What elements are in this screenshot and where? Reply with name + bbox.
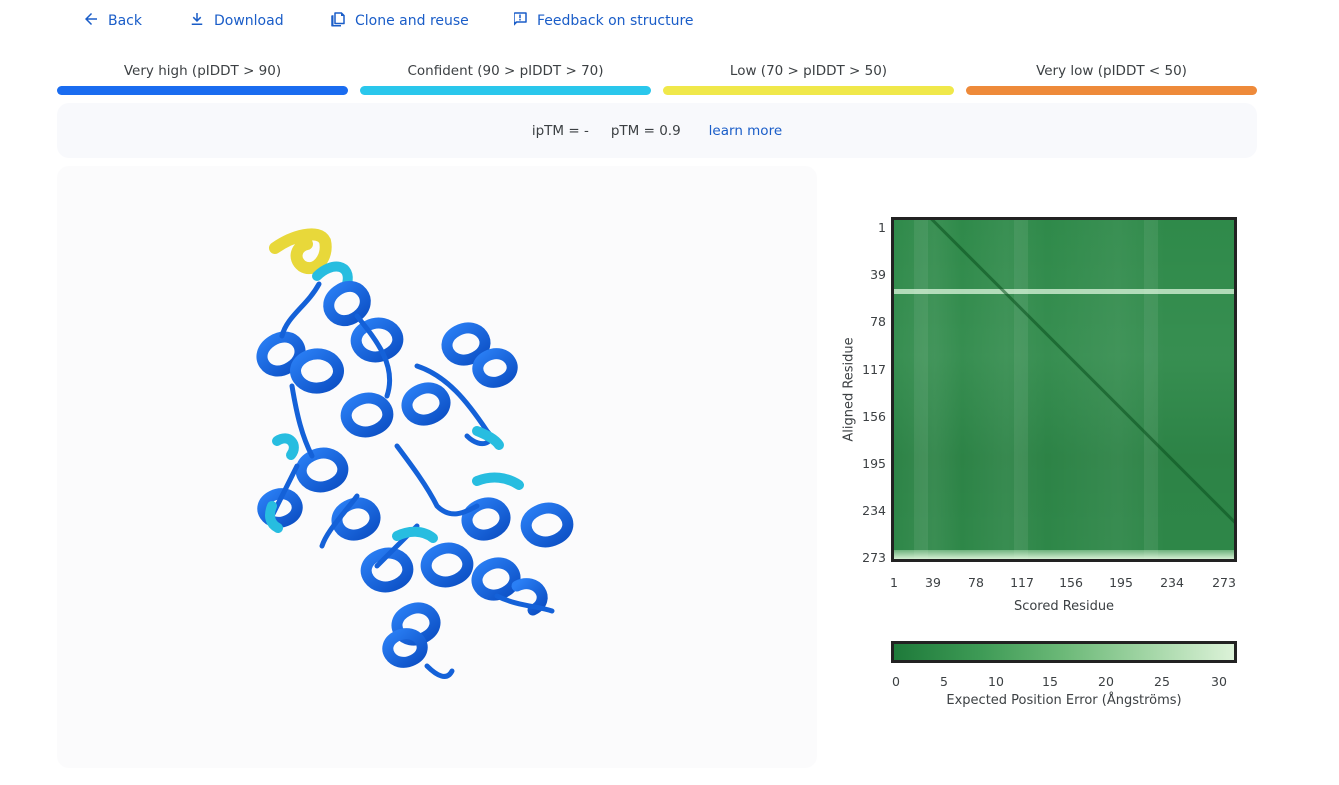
legend-label: Very low (pIDDT < 50)	[1036, 63, 1187, 79]
feedback-label: Feedback on structure	[537, 13, 694, 29]
arrow-left-icon	[82, 10, 100, 32]
pae-heatmap[interactable]	[891, 217, 1237, 562]
download-button[interactable]: Download	[188, 9, 284, 33]
pae-y-tick: 156	[862, 409, 886, 424]
structure-viewer[interactable]	[57, 166, 817, 768]
clone-label: Clone and reuse	[355, 13, 469, 29]
pae-x-tick: 156	[1059, 575, 1083, 590]
pae-heatmap-band	[1144, 220, 1158, 559]
pae-x-axis-label: Scored Residue	[1013, 599, 1115, 614]
legend-label: Very high (pIDDT > 90)	[123, 63, 282, 79]
pae-y-axis-label: Aligned Residue	[841, 337, 857, 442]
legend-swatch	[360, 86, 651, 95]
pae-y-tick: 39	[870, 267, 886, 282]
pae-y-tick: 117	[862, 362, 886, 377]
back-button[interactable]: Back	[82, 9, 142, 33]
pae-heatmap-stripe	[894, 289, 1234, 294]
ptm-value: pTM = 0.9	[610, 122, 681, 139]
protein-ribbon-render	[256, 228, 574, 679]
legend-label: Low (70 > pIDDT > 50)	[729, 63, 888, 79]
pae-y-tick: 195	[862, 456, 886, 471]
clone-button[interactable]: Clone and reuse	[329, 9, 469, 33]
learn-more-link[interactable]: learn more	[709, 123, 782, 139]
pae-y-tick: 78	[870, 314, 886, 329]
colorbar-tick: 10	[988, 674, 1004, 689]
colorbar-label: Expected Position Error (Ångströms)	[946, 693, 1182, 708]
legend-swatch	[57, 86, 348, 95]
legend-low: Low (70 > pIDDT > 50)	[663, 62, 954, 96]
pae-colorbar	[891, 641, 1237, 663]
pae-y-tick: 1	[878, 220, 886, 235]
pae-heatmap-diagonal	[926, 220, 1234, 559]
legend-swatch	[663, 86, 954, 95]
pae-panel: Aligned Residue 1 39 78 117 156 195 234 …	[830, 166, 1270, 726]
legend-swatch	[966, 86, 1257, 95]
colorbar-tick: 15	[1042, 674, 1058, 689]
colorbar-tick: 30	[1211, 674, 1227, 689]
iptm-value: ipTM = -	[531, 122, 589, 139]
pae-x-tick: 1	[890, 575, 898, 590]
pae-heatmap-band	[1014, 220, 1028, 559]
legend-label: Confident (90 > pIDDT > 70)	[407, 63, 604, 79]
metrics-panel: ipTM = - pTM = 0.9 learn more	[57, 103, 1257, 158]
download-label: Download	[214, 13, 284, 29]
pae-y-tick: 273	[862, 550, 886, 565]
pae-x-tick: 273	[1212, 575, 1236, 590]
legend-confident: Confident (90 > pIDDT > 70)	[360, 62, 651, 96]
pae-y-tick: 234	[862, 503, 886, 518]
legend-very-low: Very low (pIDDT < 50)	[966, 62, 1257, 96]
pae-x-tick: 39	[925, 575, 941, 590]
toolbar: Back Download Clone and reuse Feedback o…	[0, 0, 1339, 42]
copy-icon	[329, 10, 347, 32]
pae-x-tick: 78	[968, 575, 984, 590]
pae-x-tick: 195	[1109, 575, 1133, 590]
pae-heatmap-bottom-stripe	[894, 550, 1234, 559]
colorbar-tick: 20	[1098, 674, 1114, 689]
pae-x-tick: 117	[1010, 575, 1034, 590]
download-icon	[188, 10, 206, 32]
pae-heatmap-band	[914, 220, 928, 559]
legend-very-high: Very high (pIDDT > 90)	[57, 62, 348, 96]
colorbar-tick: 25	[1154, 674, 1170, 689]
back-label: Back	[108, 13, 142, 29]
feedback-button[interactable]: Feedback on structure	[511, 9, 694, 33]
colorbar-tick: 0	[892, 674, 900, 689]
pae-x-tick: 234	[1160, 575, 1184, 590]
feedback-icon	[511, 10, 529, 32]
colorbar-tick: 5	[940, 674, 948, 689]
